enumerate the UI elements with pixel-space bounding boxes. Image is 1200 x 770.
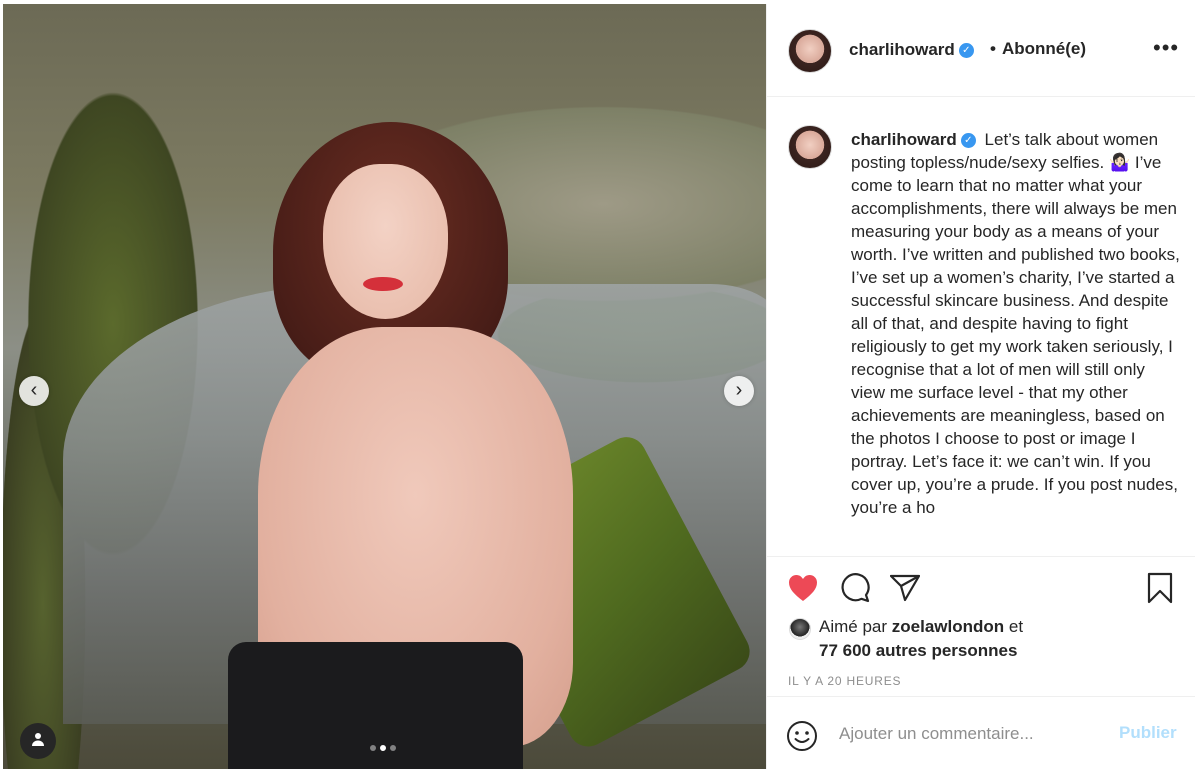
instagram-post: ‹ › charlihoward ✓ • Abonné(e) ••• charl… — [0, 0, 1200, 769]
emoji-picker-button[interactable] — [786, 720, 818, 752]
publish-button[interactable]: Publier — [1113, 722, 1183, 744]
caption-area: charlihoward ✓ Let’s talk about women pos… — [767, 97, 1195, 555]
emoji-icon — [787, 721, 817, 751]
author-avatar[interactable] — [788, 29, 832, 73]
comment-icon — [841, 573, 870, 603]
separator-dot: • — [990, 39, 996, 58]
likes-connector: et — [1008, 617, 1024, 636]
caption-author-avatar[interactable] — [788, 125, 832, 169]
share-button[interactable] — [889, 572, 921, 604]
post-actions: Aimé par zoelawlondon et 77 600 autres p… — [767, 556, 1195, 697]
liker-avatar[interactable] — [789, 618, 811, 640]
likes-text: Aimé par zoelawlondon et 77 600 autres p… — [819, 615, 1179, 663]
save-button[interactable] — [1144, 572, 1176, 604]
caption-body: Let’s talk about women posting topless/n… — [851, 130, 1180, 517]
comment-input[interactable] — [837, 718, 1101, 750]
like-button[interactable] — [787, 572, 819, 604]
share-icon — [890, 574, 920, 602]
carousel-dots — [370, 745, 396, 751]
author-username-link[interactable]: charlihoward ✓ — [849, 40, 974, 60]
face — [323, 164, 448, 319]
caption-username[interactable]: charlihoward ✓ — [851, 130, 981, 149]
heart-icon — [789, 575, 817, 601]
follow-status[interactable]: • Abonné(e) — [990, 39, 1086, 59]
bookmark-icon — [1147, 572, 1173, 604]
carousel-dot — [390, 745, 396, 751]
follow-status-label[interactable]: Abonné(e) — [1002, 39, 1086, 58]
verified-icon: ✓ — [958, 43, 974, 59]
user-tag-button[interactable] — [20, 723, 56, 759]
caption: charlihoward ✓ Let’s talk about women pos… — [851, 128, 1181, 519]
verified-icon: ✓ — [960, 133, 976, 149]
carousel-prev-button[interactable]: ‹ — [19, 376, 49, 406]
more-options-button[interactable]: ••• — [1153, 35, 1179, 61]
likes-count-link[interactable]: 77 600 autres personnes — [819, 641, 1017, 660]
carousel-dot — [370, 745, 376, 751]
user-tag-icon — [30, 731, 46, 752]
post-side-panel: charlihoward ✓ • Abonné(e) ••• charlihowar… — [766, 4, 1195, 769]
carousel-next-button[interactable]: › — [724, 376, 754, 406]
post-header: charlihoward ✓ • Abonné(e) ••• — [767, 4, 1195, 97]
liker-username[interactable]: zoelawlondon — [892, 617, 1004, 636]
lips — [363, 277, 403, 291]
caption-username-text[interactable]: charlihoward — [851, 130, 957, 149]
comment-button[interactable] — [839, 572, 871, 604]
person-figure — [228, 122, 573, 769]
post-media[interactable]: ‹ › — [3, 4, 766, 769]
post-timestamp[interactable]: IL Y A 20 HEURES — [788, 674, 901, 688]
comment-bar: Publier — [767, 696, 1195, 770]
likes-prefix: Aimé par — [819, 617, 888, 636]
author-username[interactable]: charlihoward — [849, 40, 955, 59]
carousel-dot-active — [380, 745, 386, 751]
